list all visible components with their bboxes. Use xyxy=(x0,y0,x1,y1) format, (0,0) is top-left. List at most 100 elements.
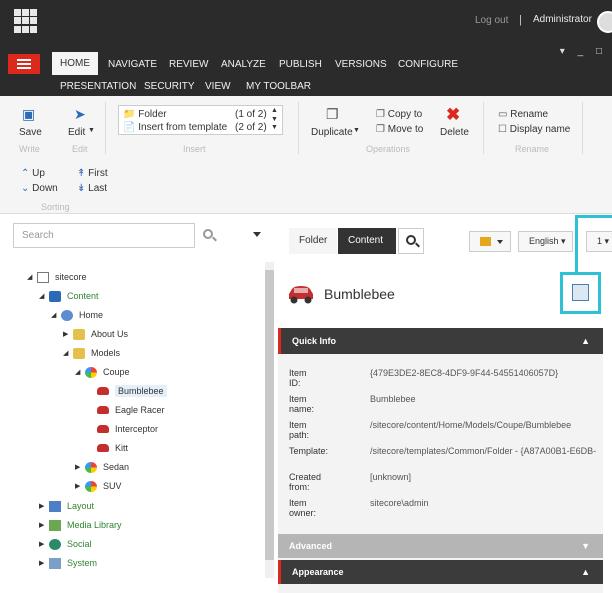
tab-versions[interactable]: VERSIONS xyxy=(335,59,387,70)
avatar[interactable] xyxy=(597,11,612,33)
field-value[interactable]: /sitecore/templates/Common/Folder - {A87… xyxy=(370,446,596,456)
chevron-up-icon[interactable]: ▲ xyxy=(581,560,590,584)
tree-node-sitecore[interactable]: ◢ sitecore xyxy=(27,270,87,284)
tree-node-sedan[interactable]: ▶ Sedan xyxy=(75,460,129,474)
tree-expand-icon[interactable]: ▶ xyxy=(39,521,49,529)
chevron-up-icon[interactable]: ▲ xyxy=(581,328,590,354)
tree-scrollbar[interactable] xyxy=(265,262,274,578)
logout-link[interactable]: Log out xyxy=(475,15,508,26)
tree-node-content[interactable]: ◢ Content xyxy=(39,289,99,303)
spinner-expand-icon[interactable]: ▼ xyxy=(271,124,278,131)
scrollbar-thumb[interactable] xyxy=(265,270,274,560)
tree-node-interceptor[interactable]: Interceptor xyxy=(87,422,158,436)
tab-my-toolbar[interactable]: MY TOOLBAR xyxy=(246,81,311,92)
field-value[interactable]: {479E3DE2-8EC8-4DF9-9F44-54551406057D} xyxy=(370,368,558,378)
chevron-down-icon: ⌄ xyxy=(21,183,30,194)
edit-icon[interactable]: ➤ xyxy=(74,106,86,123)
editor-search-button[interactable] xyxy=(398,228,424,254)
tree-collapse-icon[interactable]: ◢ xyxy=(27,273,37,281)
maximize-icon[interactable]: □ xyxy=(596,46,602,57)
hamburger-menu-icon[interactable] xyxy=(8,54,40,74)
field-value[interactable]: /sitecore/content/Home/Models/Coupe/Bumb… xyxy=(370,420,571,430)
tree-node-about-us[interactable]: ▶ About Us xyxy=(63,327,128,341)
tree-node-coupe[interactable]: ◢ Coupe xyxy=(75,365,130,379)
search-icon[interactable] xyxy=(203,229,213,239)
rename-button[interactable]: ▭ Rename xyxy=(498,109,548,120)
duplicate-icon[interactable]: ❐ xyxy=(326,106,339,123)
language-selector[interactable]: English ▾ xyxy=(518,231,573,252)
sitecore-logo-icon[interactable] xyxy=(14,9,38,33)
tree-node-bumblebee[interactable]: Bumblebee xyxy=(87,384,167,398)
move-to-button[interactable]: ❐ Move to xyxy=(376,124,423,135)
tab-content[interactable]: Content xyxy=(338,228,396,254)
version-selector[interactable]: 1 ▾ xyxy=(586,231,612,252)
duplicate-dropdown-icon[interactable]: ▼ xyxy=(353,127,360,134)
insert-option-folder[interactable]: 📁 Folder xyxy=(123,109,167,120)
insert-option-template[interactable]: 📄 Insert from template xyxy=(123,122,227,133)
field-value[interactable]: [unknown] xyxy=(370,472,411,482)
section-advanced[interactable]: Advanced ▼ xyxy=(278,534,603,558)
tab-review[interactable]: REVIEW xyxy=(169,59,208,70)
minimize-icon[interactable]: _ xyxy=(578,46,584,57)
tab-security[interactable]: SECURITY xyxy=(144,81,195,92)
tree-node-media-library[interactable]: ▶ Media Library xyxy=(39,518,122,532)
tree-node-layout[interactable]: ▶ Layout xyxy=(39,499,94,513)
tab-navigate[interactable]: NAVIGATE xyxy=(108,59,157,70)
search-options-dropdown-icon[interactable] xyxy=(253,232,261,237)
flag-dropdown[interactable] xyxy=(469,231,511,252)
delete-icon[interactable]: ✖ xyxy=(446,105,460,125)
field-value[interactable]: Bumblebee xyxy=(370,394,416,404)
save-button[interactable]: Save xyxy=(19,127,42,138)
edit-button[interactable]: Edit xyxy=(68,127,85,138)
section-appearance[interactable]: Appearance ▲ xyxy=(278,560,603,584)
chevron-down-icon[interactable]: ▼ xyxy=(581,534,590,558)
car-icon xyxy=(97,444,109,452)
section-quick-info[interactable]: Quick Info ▲ xyxy=(278,328,603,354)
spinner-up-icon[interactable]: ▲ xyxy=(271,107,278,114)
copy-to-button[interactable]: ❐ Copy to xyxy=(376,109,422,120)
tab-home[interactable]: HOME xyxy=(52,52,98,75)
display-name-button[interactable]: ☐ Display name xyxy=(498,124,570,135)
tab-analyze[interactable]: ANALYZE xyxy=(221,59,266,70)
tree-collapse-icon[interactable]: ◢ xyxy=(39,292,49,300)
user-portrait-icon[interactable] xyxy=(572,284,589,301)
tab-folder[interactable]: Folder xyxy=(289,228,337,254)
edit-dropdown-icon[interactable]: ▼ xyxy=(88,127,95,134)
tree-expand-icon[interactable]: ▶ xyxy=(39,502,49,510)
ribbon-collapse-icon[interactable]: ▾ xyxy=(560,46,565,57)
tree-node-eagle-racer[interactable]: Eagle Racer xyxy=(87,403,165,417)
tree-expand-icon[interactable]: ▶ xyxy=(39,540,49,548)
sort-last-button[interactable]: ↡ Last xyxy=(77,183,107,194)
tree-node-suv[interactable]: ▶ SUV xyxy=(75,479,122,493)
tree-expand-icon[interactable]: ▶ xyxy=(75,463,85,471)
tree-collapse-icon[interactable]: ◢ xyxy=(63,349,73,357)
tree-node-social[interactable]: ▶ Social xyxy=(39,537,92,551)
delete-button[interactable]: Delete xyxy=(440,127,469,138)
tree-expand-icon[interactable]: ▶ xyxy=(75,482,85,490)
insert-options-list[interactable]: 📁 Folder (1 of 2) 📄 Insert from template… xyxy=(118,105,283,135)
field-value[interactable]: sitecore\admin xyxy=(370,498,429,508)
tab-publish[interactable]: PUBLISH xyxy=(279,59,322,70)
window-controls: ▾ _ □ xyxy=(550,46,602,57)
tab-presentation[interactable]: PRESENTATION xyxy=(60,81,136,92)
tab-configure[interactable]: CONFIGURE xyxy=(398,59,458,70)
sort-first-button[interactable]: ↟ First xyxy=(77,168,108,179)
spinner-down-icon[interactable]: ▼ xyxy=(271,116,278,123)
duplicate-button[interactable]: Duplicate xyxy=(311,127,353,138)
sort-up-button[interactable]: ⌃ Up xyxy=(21,168,45,179)
tree-node-kitt[interactable]: Kitt xyxy=(87,441,128,455)
tree-collapse-icon[interactable]: ◢ xyxy=(51,311,61,319)
tree-expand-icon[interactable]: ▶ xyxy=(63,330,73,338)
user-name[interactable]: Administrator xyxy=(533,14,592,25)
search-input[interactable] xyxy=(22,225,192,246)
tree-node-home[interactable]: ◢ Home xyxy=(51,308,103,322)
sort-down-button[interactable]: ⌄ Down xyxy=(21,183,58,194)
tab-view[interactable]: VIEW xyxy=(205,81,231,92)
car-icon xyxy=(97,406,109,414)
tree-expand-icon[interactable]: ▶ xyxy=(39,559,49,567)
tree-collapse-icon[interactable]: ◢ xyxy=(75,368,85,376)
tree-node-models[interactable]: ◢ Models xyxy=(63,346,120,360)
tree-node-system[interactable]: ▶ System xyxy=(39,556,97,570)
save-icon[interactable]: ▣ xyxy=(22,106,35,123)
top-bar: Log out | Administrator xyxy=(0,0,612,40)
